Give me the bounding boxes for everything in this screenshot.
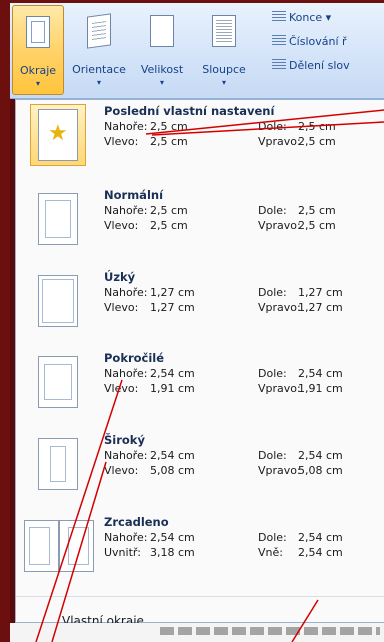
document-area (10, 623, 384, 642)
label-right: Vpravo: (258, 301, 301, 314)
label-top: Nahoře: (104, 367, 148, 380)
chevron-down-icon: ▾ (35, 79, 40, 88)
label-top: Nahoře: (104, 286, 148, 299)
value-right: 1,91 cm (298, 382, 343, 395)
value-left: 5,08 cm (150, 464, 195, 477)
orientation-button-label: Orientace (72, 63, 126, 76)
value-inside: 3,18 cm (150, 546, 195, 559)
margins-button[interactable]: Okraje ▾ (12, 5, 64, 95)
option-name: Široký (104, 433, 145, 447)
orientation-icon (82, 13, 116, 57)
value-outside: 2,54 cm (298, 546, 343, 559)
columns-button-label: Sloupce (202, 63, 246, 76)
chevron-down-icon: ▾ (159, 78, 164, 87)
margins-button-label: Okraje (19, 64, 57, 77)
value-bottom: 2,54 cm (298, 367, 343, 380)
page-thumbnail (38, 438, 78, 490)
hyphenation-label: Dělení slov (289, 59, 350, 72)
page-thumbnail (38, 275, 78, 327)
label-right: Vpravo: (258, 135, 301, 148)
label-bottom: Dole: (258, 531, 287, 544)
page-thumbnail-right (59, 520, 94, 572)
page-thumbnail: ★ (38, 109, 78, 161)
value-left: 1,27 cm (150, 301, 195, 314)
value-bottom: 1,27 cm (298, 286, 343, 299)
label-left: Vlevo: (104, 464, 139, 477)
value-top: 2,5 cm (150, 204, 188, 217)
value-bottom: 2,5 cm (298, 204, 336, 217)
margins-icon (21, 14, 55, 58)
value-right: 2,5 cm (298, 135, 336, 148)
value-top: 2,54 cm (150, 367, 195, 380)
line-numbers-button[interactable]: Číslování ř (272, 35, 347, 48)
option-name: Poslední vlastní nastavení (104, 104, 275, 118)
hyphenation-icon (272, 59, 286, 71)
line-numbers-icon (272, 35, 286, 47)
label-inside: Uvnitř: (104, 546, 141, 559)
margin-option-moderate[interactable]: Pokročilé Nahoře: 2,54 cm Dole: 2,54 cm … (16, 351, 384, 437)
margin-option-normal[interactable]: Normální Nahoře: 2,5 cm Dole: 2,5 cm Vle… (16, 188, 384, 274)
option-name: Úzký (104, 270, 136, 284)
label-bottom: Dole: (258, 367, 287, 380)
menu-separator (16, 596, 384, 597)
value-left: 2,5 cm (150, 219, 188, 232)
chevron-down-icon: ▾ (96, 78, 101, 87)
label-bottom: Dole: (258, 286, 287, 299)
label-bottom: Dole: (258, 204, 287, 217)
value-left: 1,91 cm (150, 382, 195, 395)
label-top: Nahoře: (104, 120, 148, 133)
size-button[interactable]: Velikost ▾ (134, 5, 190, 95)
page-thumbnail-left (24, 520, 59, 572)
size-icon (145, 13, 179, 57)
margins-dropdown: ★ Poslední vlastní nastavení Nahoře: 2,5… (15, 99, 384, 628)
value-bottom: 2,5 cm (298, 120, 336, 133)
page-thumbnail (38, 193, 78, 245)
value-top: 2,54 cm (150, 531, 195, 544)
breaks-label: Konce ▾ (289, 11, 332, 24)
label-outside: Vně: (258, 546, 283, 559)
label-right: Vpravo: (258, 382, 301, 395)
breaks-icon (272, 11, 286, 23)
label-right: Vpravo: (258, 219, 301, 232)
size-button-label: Velikost (140, 63, 184, 76)
margin-option-wide[interactable]: Široký Nahoře: 2,54 cm Dole: 2,54 cm Vle… (16, 433, 384, 519)
option-name: Zrcadleno (104, 515, 169, 529)
margin-option-narrow[interactable]: Úzký Nahoře: 1,27 cm Dole: 1,27 cm Vlevo… (16, 270, 384, 356)
margin-option-last-custom[interactable]: ★ Poslední vlastní nastavení Nahoře: 2,5… (16, 104, 384, 190)
value-bottom: 2,54 cm (298, 531, 343, 544)
value-right: 5,08 cm (298, 464, 343, 477)
label-left: Vlevo: (104, 301, 139, 314)
label-bottom: Dole: (258, 120, 287, 133)
label-left: Vlevo: (104, 135, 139, 148)
margin-option-mirrored[interactable]: Zrcadleno Nahoře: 2,54 cm Dole: 2,54 cm … (16, 515, 384, 601)
window-frame-left (0, 0, 10, 642)
option-name: Normální (104, 188, 164, 202)
star-icon: ★ (48, 121, 68, 146)
label-right: Vpravo: (258, 464, 301, 477)
value-top: 2,54 cm (150, 449, 195, 462)
value-left: 2,5 cm (150, 135, 188, 148)
value-top: 2,5 cm (150, 120, 188, 133)
label-top: Nahoře: (104, 449, 148, 462)
value-right: 2,5 cm (298, 219, 336, 232)
columns-icon (207, 13, 241, 57)
label-bottom: Dole: (258, 449, 287, 462)
page-thumbnail (38, 356, 78, 408)
orientation-button[interactable]: Orientace ▾ (68, 5, 130, 95)
option-name: Pokročilé (104, 351, 165, 365)
label-top: Nahoře: (104, 204, 148, 217)
value-right: 1,27 cm (298, 301, 343, 314)
page-layout-ribbon: Okraje ▾ Orientace ▾ Velikost ▾ Sloupce … (10, 3, 384, 99)
value-top: 1,27 cm (150, 286, 195, 299)
label-left: Vlevo: (104, 382, 139, 395)
hyphenation-button[interactable]: Dělení slov (272, 59, 350, 72)
chevron-down-icon: ▾ (221, 78, 226, 87)
label-top: Nahoře: (104, 531, 148, 544)
columns-button[interactable]: Sloupce ▾ (194, 5, 254, 95)
value-bottom: 2,54 cm (298, 449, 343, 462)
breaks-button[interactable]: Konce ▾ (272, 11, 331, 24)
label-left: Vlevo: (104, 219, 139, 232)
line-numbers-label: Číslování ř (289, 35, 347, 48)
